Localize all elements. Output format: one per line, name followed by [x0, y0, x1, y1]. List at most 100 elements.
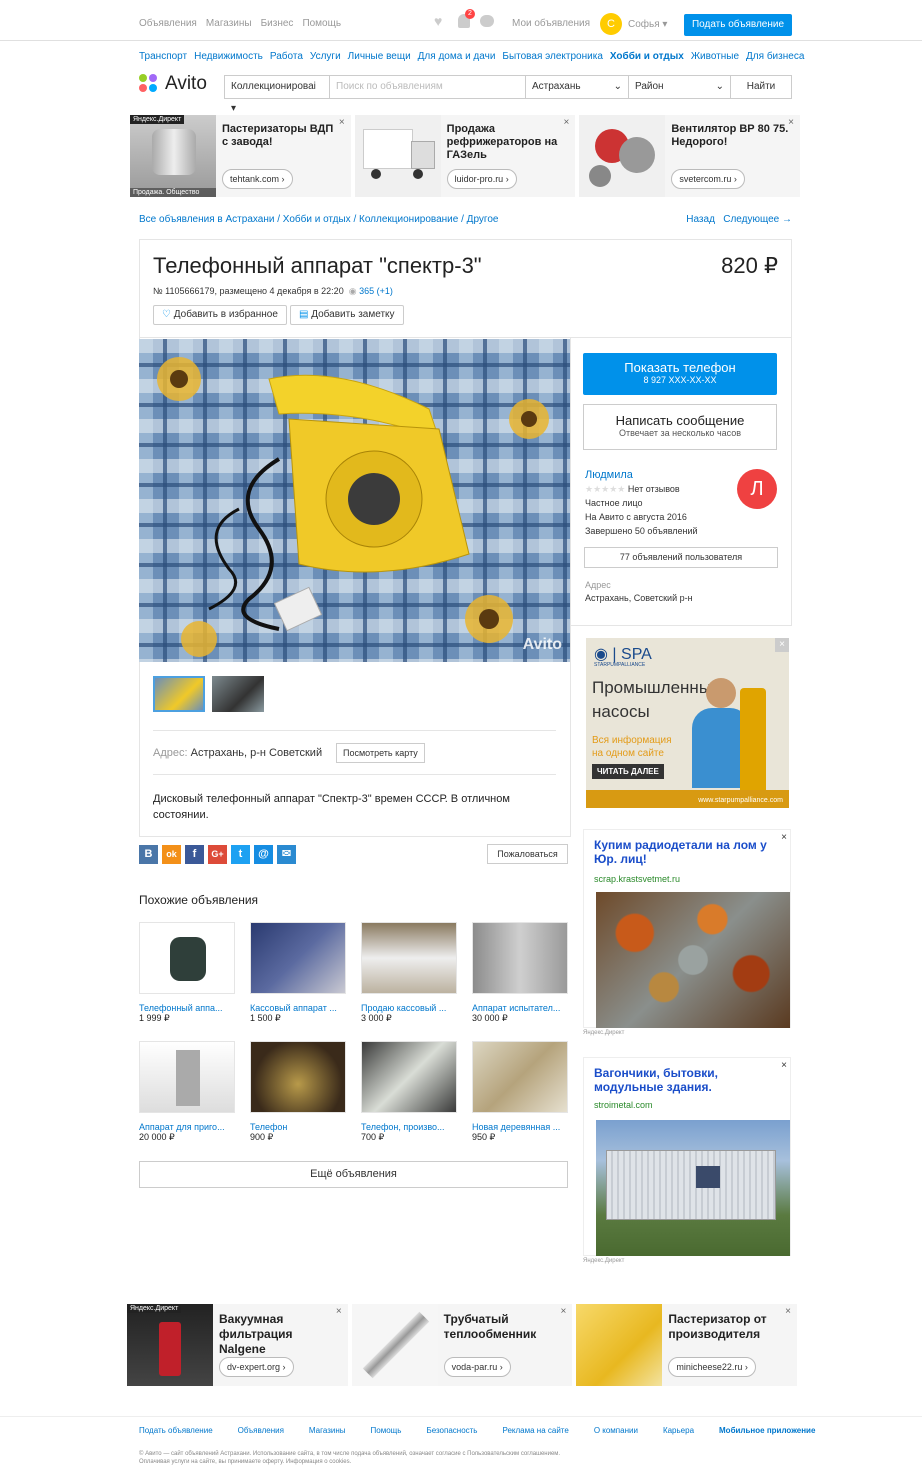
city-select[interactable]: Астрахань ⌄ [526, 76, 629, 98]
listing-title: Телефонный аппарат "спектр-3" [153, 253, 482, 278]
close-icon[interactable]: × [336, 1306, 342, 1317]
complain-button[interactable]: Пожаловаться [487, 844, 568, 864]
prev-link[interactable]: Назад [686, 214, 715, 225]
facebook-icon[interactable]: f [185, 845, 204, 864]
similar-item[interactable]: Кассовый аппарат ... 1 500 ₽ [250, 922, 346, 1024]
search-bar: Коллекционироваі ▾ Поиск по объявлениям … [224, 75, 792, 114]
address-value: Астрахань, р-н Советский [190, 747, 323, 759]
ad-tile[interactable]: Продажа рефрижераторов на ГАЗель luidor-… [354, 115, 576, 197]
thumbnail-2[interactable] [212, 676, 264, 712]
nav-ads[interactable]: Объявления [139, 18, 197, 29]
vk-icon[interactable]: В [139, 845, 158, 864]
twitter-icon[interactable]: t [231, 845, 250, 864]
wagons-ad[interactable]: Вагончики, бытовки, модульные здания. st… [583, 1057, 791, 1256]
close-icon[interactable]: × [781, 832, 787, 843]
footer-link-post[interactable]: Подать объявление [139, 1426, 213, 1435]
similar-item[interactable]: Продаю кассовый ... 3 000 ₽ [361, 922, 457, 1024]
district-select[interactable]: Район ⌄ [629, 76, 731, 98]
category-business[interactable]: Для бизнеса [746, 51, 804, 62]
close-icon[interactable]: × [775, 638, 789, 652]
ad-url[interactable]: minicheese22.ru › [668, 1357, 756, 1377]
user-ads-button[interactable]: 77 объявлений пользователя [584, 547, 778, 568]
view-count[interactable]: 365 (+1) [359, 286, 393, 296]
category-jobs[interactable]: Работа [270, 51, 303, 62]
ad-tile[interactable]: Вентилятор ВР 80 75. Недорого! svetercom… [579, 115, 801, 197]
category-personal[interactable]: Личные вещи [348, 51, 411, 62]
livejournal-icon[interactable]: ✉ [277, 845, 296, 864]
similar-item[interactable]: Аппарат для приго... 20 000 ₽ [139, 1041, 235, 1143]
nav-help[interactable]: Помощь [302, 18, 341, 29]
ad-url[interactable]: luidor-pro.ru › [446, 169, 517, 189]
category-electronics[interactable]: Бытовая электроника [502, 51, 602, 62]
footer-link-advertising[interactable]: Реклама на сайте [502, 1426, 568, 1435]
google-plus-icon[interactable]: G+ [208, 845, 227, 864]
footer-link-security[interactable]: Безопасность [426, 1426, 477, 1435]
more-ads-button[interactable]: Ещё объявления [139, 1161, 568, 1188]
footer-link-mobile-app[interactable]: Мобильное приложение [719, 1426, 815, 1435]
footer-link-career[interactable]: Карьера [663, 1426, 694, 1435]
odnoklassniki-icon[interactable]: ok [162, 845, 181, 864]
seller-avatar[interactable]: Л [737, 469, 777, 509]
close-icon[interactable]: × [339, 117, 345, 128]
next-link[interactable]: Следующее → [723, 214, 792, 225]
thumbnail-1[interactable] [153, 676, 205, 712]
category-select[interactable]: Коллекционироваі ▾ [225, 76, 330, 114]
footer-link-help[interactable]: Помощь [371, 1426, 402, 1435]
ad-tile[interactable]: Яндекс.Директ Продажа. Общество Пастериз… [130, 115, 351, 197]
main-photo[interactable]: Avito [139, 339, 570, 662]
category-transport[interactable]: Транспорт [139, 51, 187, 62]
similar-item-image [250, 1041, 346, 1113]
ad-tile[interactable]: Яндекс.Директ Вакуумная фильтрация Nalge… [127, 1304, 348, 1386]
category-services[interactable]: Услуги [310, 51, 341, 62]
ad-url[interactable]: voda-par.ru › [443, 1357, 511, 1377]
close-icon[interactable]: × [785, 1306, 791, 1317]
seller-name[interactable]: Людмила [585, 468, 698, 482]
nav-shops[interactable]: Магазины [206, 18, 252, 29]
messages-icon[interactable] [480, 15, 494, 27]
favorites-icon[interactable]: ♥ [434, 14, 448, 28]
similar-item[interactable]: Телефонный аппа... 1 999 ₽ [139, 922, 235, 1024]
show-phone-button[interactable]: Показать телефон 8 927 XXX-XX-XX [583, 353, 777, 395]
radio-parts-ad[interactable]: Купим радиодетали на лом у Юр. лиц! scra… [583, 829, 791, 1028]
category-animals[interactable]: Животные [691, 51, 739, 62]
search-button[interactable]: Найти [731, 76, 791, 98]
write-message-button[interactable]: Написать сообщение Отвечает за несколько… [583, 404, 777, 450]
similar-item-title: Телефон [250, 1122, 288, 1132]
nav-business[interactable]: Бизнес [261, 18, 294, 29]
spa-banner-ad[interactable]: ◉ | SPA STARPUMPALLIANCE Промышленные на… [586, 638, 789, 808]
ad-url[interactable]: svetercom.ru › [671, 169, 745, 189]
category-home[interactable]: Для дома и дачи [418, 51, 496, 62]
district-select-label: Район [635, 81, 664, 92]
ad-tile[interactable]: Трубчатый теплообменник voda-par.ru › × [351, 1304, 573, 1386]
ad-title: Вагончики, бытовки, модульные здания. [594, 1066, 718, 1094]
add-note-button[interactable]: ▤ Добавить заметку [290, 305, 404, 325]
add-favorite-button[interactable]: ♡ Добавить в избранное [153, 305, 287, 325]
footer-link-about[interactable]: О компании [594, 1426, 638, 1435]
similar-item[interactable]: Аппарат испытател... 30 000 ₽ [472, 922, 568, 1024]
notifications-icon[interactable]: 2 [458, 9, 475, 28]
close-icon[interactable]: × [781, 1060, 787, 1071]
footer-link-ads[interactable]: Объявления [238, 1426, 284, 1435]
similar-item[interactable]: Телефон, произво... 700 ₽ [361, 1041, 457, 1143]
listing-address: Адрес: Астрахань, р-н Советский [153, 747, 322, 759]
footer-link-shops[interactable]: Магазины [309, 1426, 346, 1435]
category-hobby[interactable]: Хобби и отдых [610, 51, 684, 62]
ad-url[interactable]: tehtank.com › [222, 169, 293, 189]
show-map-button[interactable]: Посмотреть карту [336, 743, 425, 763]
user-menu[interactable]: С Софья ▾ [600, 13, 667, 35]
mailru-icon[interactable]: @ [254, 845, 273, 864]
ad-tile[interactable]: Пастеризатор от производителя minicheese… [576, 1304, 798, 1386]
breadcrumb[interactable]: Все объявления в Астрахани / Хобби и отд… [139, 214, 498, 225]
avito-logo[interactable]: Avito [139, 73, 207, 95]
search-input[interactable]: Поиск по объявлениям [330, 76, 526, 98]
close-icon[interactable]: × [561, 1306, 567, 1317]
ad-url[interactable]: dv-expert.org › [219, 1357, 294, 1377]
my-ads-link[interactable]: Мои объявления [512, 18, 590, 29]
close-icon[interactable]: × [788, 117, 794, 128]
similar-item[interactable]: Новая деревянная ... 950 ₽ [472, 1041, 568, 1143]
similar-item[interactable]: Телефон 900 ₽ [250, 1041, 346, 1143]
category-realty[interactable]: Недвижимость [194, 51, 263, 62]
spa-cta-button[interactable]: ЧИТАТЬ ДАЛЕЕ [592, 764, 664, 779]
post-ad-button[interactable]: Подать объявление [684, 14, 792, 36]
close-icon[interactable]: × [564, 117, 570, 128]
